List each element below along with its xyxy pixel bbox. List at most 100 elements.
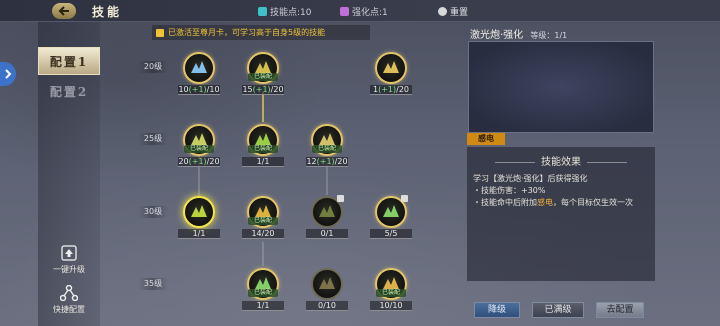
skill-count-bonus: (+1) xyxy=(188,157,207,166)
quick-config-icon xyxy=(60,284,78,302)
skill-glyph-icon xyxy=(191,61,207,73)
skill-icon xyxy=(311,268,343,300)
reset-button[interactable]: 重置 xyxy=(438,5,468,18)
skill-count-bonus: (+1) xyxy=(378,85,397,94)
effect-line: 学习【激光炮·强化】后获得强化 xyxy=(473,174,588,183)
skill-count: 10/10 xyxy=(370,301,412,311)
skill-node[interactable]: 已装配 15(+1)/20 xyxy=(242,52,284,98)
expand-side-button[interactable] xyxy=(0,62,16,86)
skill-count-max: /20 xyxy=(396,85,409,94)
skill-count-max: /20 xyxy=(334,157,348,166)
effect-line: ・技能伤害：+30% xyxy=(473,186,546,195)
skill-node[interactable]: 10(+1)/10 xyxy=(178,52,220,98)
skill-node[interactable]: 0/10 xyxy=(306,268,348,314)
enhance-points: 强化点:1 xyxy=(340,5,388,18)
skill-count: 14/20 xyxy=(242,229,284,239)
skill-count: 5/5 xyxy=(370,229,412,239)
effect-text: ・技能命中后附加 xyxy=(473,198,537,207)
level-label: 20级 xyxy=(138,61,168,73)
skill-point-gem-icon xyxy=(258,7,267,16)
lock-icon xyxy=(401,195,408,202)
skill-count-value: 15 xyxy=(242,85,253,94)
equipped-badge: 已装配 xyxy=(248,217,278,225)
skill-node[interactable]: 已装配 14/20 xyxy=(242,196,284,242)
skill-icon xyxy=(375,52,407,84)
skill-count-value: 14/20 xyxy=(251,229,275,238)
shock-keyword[interactable]: 感电 xyxy=(537,198,553,207)
back-arrow-icon xyxy=(58,6,69,16)
skill-node[interactable]: 1(+1)/20 xyxy=(370,52,412,98)
back-button[interactable] xyxy=(52,3,76,19)
skill-node[interactable]: 已装配 20(+1)/20 xyxy=(178,124,220,170)
skill-count-value: 1/1 xyxy=(256,157,270,166)
skill-node[interactable]: 已装配 12(+1)/20 xyxy=(306,124,348,170)
go-config-button[interactable]: 去配置 xyxy=(596,302,644,318)
tab-config-2[interactable]: 配置2 xyxy=(38,78,100,106)
skill-count-value: 5/5 xyxy=(384,229,398,238)
lock-icon xyxy=(337,195,344,202)
skill-glyph-icon xyxy=(191,205,207,217)
maxed-button[interactable]: 已满级 xyxy=(532,302,584,318)
level-label: 25级 xyxy=(138,133,168,145)
skill-count: 1(+1)/20 xyxy=(370,85,412,95)
skill-node[interactable]: 已装配 10/10 xyxy=(370,268,412,314)
downgrade-button[interactable]: 降级 xyxy=(474,302,520,318)
one-click-upgrade-button[interactable]: 一键升级 xyxy=(46,244,92,275)
skill-detail-panel: 激光炮·强化 等级：1/1 感电 技能效果 学习【激光炮·强化】后获得强化 ・技… xyxy=(464,23,657,315)
skill-points-label: 技能点:10 xyxy=(270,8,312,18)
skill-count: 1/1 xyxy=(178,229,220,239)
skill-count-value: 0/1 xyxy=(320,229,334,238)
effect-header: 技能效果 xyxy=(467,153,655,168)
element-tag: 感电 xyxy=(467,133,505,145)
skill-count-max: /20 xyxy=(206,157,220,166)
enhance-points-label: 强化点:1 xyxy=(352,8,388,18)
enhance-point-gem-icon xyxy=(340,7,349,16)
skill-glyph-icon xyxy=(319,277,335,289)
monthly-card-notice: 已激活至尊月卡，可学习高于自身5级的技能 xyxy=(152,25,370,40)
equipped-badge: 已装配 xyxy=(248,73,278,81)
skill-count-max: /10 xyxy=(206,85,220,94)
skill-count-value: 1/1 xyxy=(256,301,270,310)
skill-points: 技能点:10 xyxy=(258,5,312,18)
tab-config-1[interactable]: 配置1 xyxy=(38,47,100,75)
tree-connector xyxy=(262,242,264,266)
skill-count-value: 0/10 xyxy=(318,301,336,310)
reset-label: 重置 xyxy=(450,8,469,18)
chevron-right-icon xyxy=(5,69,12,79)
skill-count: 1/1 xyxy=(242,301,284,311)
effect-text: ，每个目标仅生效一次 xyxy=(553,198,633,207)
skill-count: 1/1 xyxy=(242,157,284,167)
equipped-badge: 已装配 xyxy=(248,289,278,297)
skill-glyph-icon xyxy=(383,205,399,217)
quick-config-button[interactable]: 快捷配置 xyxy=(46,284,92,315)
skill-preview[interactable] xyxy=(468,41,654,133)
level-label: 30级 xyxy=(138,206,168,218)
skill-count-max: /20 xyxy=(270,85,284,94)
level-label: 35级 xyxy=(138,278,168,290)
equipped-badge: 已装配 xyxy=(248,145,278,153)
skill-count: 12(+1)/20 xyxy=(306,157,348,167)
card-icon xyxy=(156,28,164,37)
skill-glyph-icon xyxy=(319,205,335,217)
skill-count-value: 1/1 xyxy=(192,229,206,238)
skill-node[interactable]: 已装配 1/1 xyxy=(242,124,284,170)
skill-count: 10(+1)/10 xyxy=(178,85,220,95)
skill-name: 激光炮·强化 xyxy=(470,30,524,41)
skill-level: 等级：1/1 xyxy=(530,31,568,40)
skill-detail-title: 激光炮·强化 等级：1/1 xyxy=(470,26,567,41)
skill-effect-box: 技能效果 学习【激光炮·强化】后获得强化 ・技能伤害：+30% ・技能命中后附加… xyxy=(467,147,655,281)
top-bar: 技能 技能点:10 强化点:1 重置 xyxy=(0,0,720,22)
equipped-badge: 已装配 xyxy=(376,289,406,297)
skill-node[interactable]: 1/1 xyxy=(178,196,220,242)
skill-icon xyxy=(183,52,215,84)
skill-count: 20(+1)/20 xyxy=(178,157,220,167)
skill-node[interactable]: 5/5 xyxy=(370,195,412,242)
skill-count-value: 20 xyxy=(178,157,189,166)
notice-text: 已激活至尊月卡，可学习高于自身5级的技能 xyxy=(168,28,326,37)
skill-node[interactable]: 已装配 1/1 xyxy=(242,268,284,314)
skill-count-value: 10 xyxy=(178,85,189,94)
skill-count: 0/10 xyxy=(306,301,348,311)
effect-line: ・技能命中后附加感电，每个目标仅生效一次 xyxy=(473,197,651,208)
skill-node[interactable]: 0/1 xyxy=(306,195,348,242)
skill-count-value: 12 xyxy=(306,157,317,166)
